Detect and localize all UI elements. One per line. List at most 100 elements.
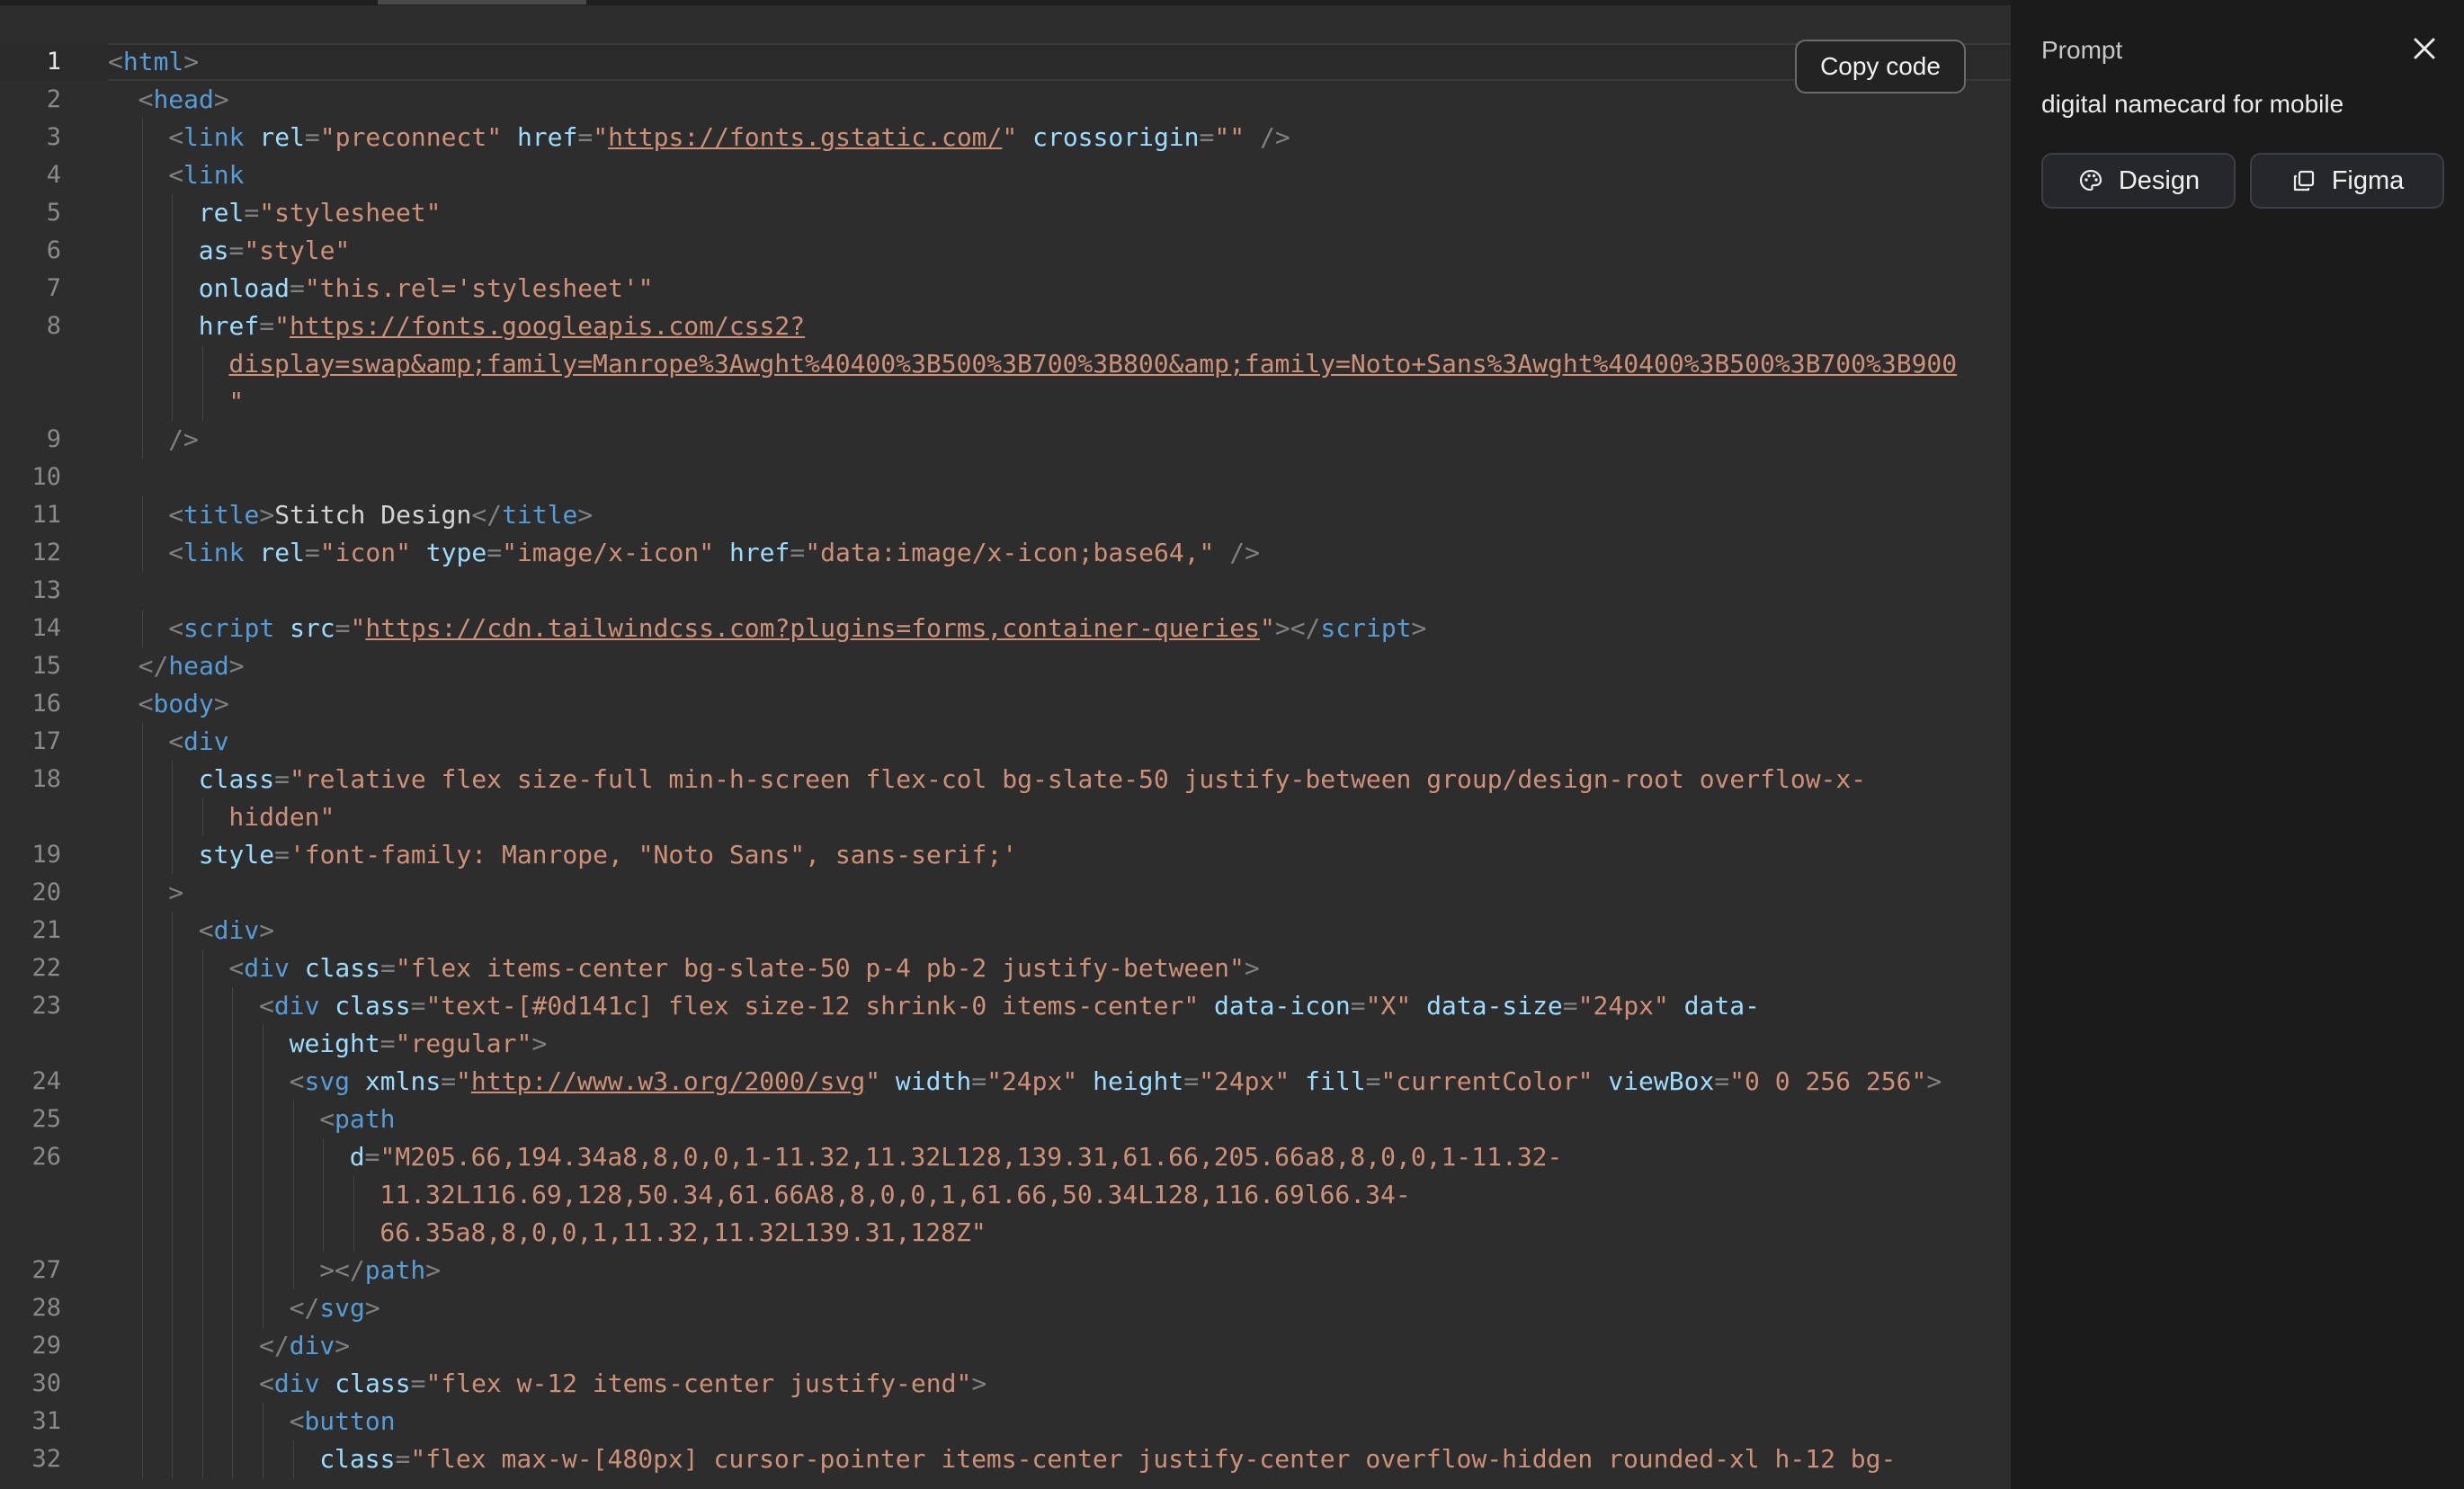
code-token: " xyxy=(228,387,245,416)
indent-guide xyxy=(201,1327,203,1365)
indent-guide xyxy=(141,156,143,194)
close-icon[interactable] xyxy=(2408,32,2441,65)
design-button[interactable]: Design xyxy=(2041,153,2236,209)
indent-guide xyxy=(292,1101,294,1138)
code-text: <div class="flex items-center bg-slate-5… xyxy=(228,950,1259,987)
code-token: > xyxy=(425,1255,442,1285)
code-token: = xyxy=(1714,1066,1730,1096)
code-token: href xyxy=(728,538,790,567)
palette-icon xyxy=(2079,169,2102,192)
line-number: 25 xyxy=(31,1105,61,1133)
code-line: 13 xyxy=(0,572,2011,610)
code-line: 9 /> xyxy=(0,421,2011,459)
indent-guide xyxy=(141,950,143,987)
code-token: /> xyxy=(1259,122,1290,152)
indent-guide xyxy=(201,1101,203,1138)
figma-button[interactable]: Figma xyxy=(2250,153,2444,209)
code-token: "text-[#0d141c] flex size-12 shrink-0 it… xyxy=(425,991,1200,1021)
indent-guide xyxy=(201,1214,203,1252)
code-token: link xyxy=(183,160,245,190)
code-token: = xyxy=(971,1066,987,1096)
indent-guide xyxy=(172,1327,174,1365)
code-token: data- xyxy=(1683,991,1760,1021)
code-token: script xyxy=(1320,613,1412,643)
line-number: 21 xyxy=(31,916,61,944)
code-line: 18 class="relative flex size-full min-h-s… xyxy=(0,761,2011,798)
indent-guide xyxy=(323,1176,325,1214)
code-text: d="M205.66,194.34a8,8,0,0,1-11.32,11.32L… xyxy=(350,1138,1563,1176)
line-number: 9 xyxy=(46,425,61,453)
code-token: button xyxy=(304,1406,396,1436)
indent-guide xyxy=(141,723,143,761)
code-token: onload xyxy=(198,273,290,303)
code-token: = xyxy=(441,1066,457,1096)
code-token: = xyxy=(1199,122,1215,152)
code-line: 23 <div class="text-[#0d141c] flex size-1… xyxy=(0,987,2011,1025)
code-token: height xyxy=(1093,1066,1184,1096)
line-number: 16 xyxy=(31,690,61,718)
code-text: <link rel="preconnect" href="https://fon… xyxy=(168,119,1290,156)
code-line: 27 ></path> xyxy=(0,1252,2011,1289)
code-token: crossorigin xyxy=(1032,122,1200,152)
copy-code-button[interactable]: Copy code xyxy=(1795,40,1966,94)
code-token: > xyxy=(1244,953,1260,983)
code-line: hidden" xyxy=(0,798,2011,836)
code-token: div xyxy=(213,915,260,945)
code-lines: 1 <html> 2 <head> 3 <link rel="preconnect" hr… xyxy=(0,43,2011,1478)
indent-guide xyxy=(172,194,174,232)
code-token: fill xyxy=(1305,1066,1366,1096)
code-token: "stylesheet" xyxy=(259,198,442,227)
code-token: https://fonts.gstatic.com/ xyxy=(608,122,1003,152)
code-line: weight="regular"> xyxy=(0,1025,2011,1063)
line-number: 26 xyxy=(31,1143,61,1171)
indent-guide xyxy=(141,1327,143,1365)
code-token: /> xyxy=(1229,538,1260,567)
indent-guide xyxy=(172,1252,174,1289)
code-token: < xyxy=(138,689,154,718)
code-text: 11.32L116.69,128,50.34,61.66A8,8,0,0,1,6… xyxy=(379,1176,1410,1214)
code-token: < xyxy=(108,47,123,76)
code-token: " xyxy=(274,311,290,341)
code-token: rel xyxy=(198,198,245,227)
code-token: display=swap&amp;family=Manrope%3Awght%4… xyxy=(228,349,1958,379)
line-number: 19 xyxy=(31,841,61,869)
code-text: <link xyxy=(168,156,244,194)
code-token: d xyxy=(349,1142,365,1172)
code-token: > xyxy=(259,500,275,530)
code-text: <div> xyxy=(199,912,274,950)
code-token: hidden" xyxy=(228,802,335,832)
indent-guide xyxy=(172,987,174,1025)
indent-guide xyxy=(141,610,143,647)
indent-guide xyxy=(172,912,174,950)
code-token: weight xyxy=(289,1029,380,1058)
indent-guide xyxy=(201,1063,203,1101)
code-token: "X" xyxy=(1365,991,1412,1021)
line-number: 15 xyxy=(31,652,61,680)
code-editor[interactable]: 1 <html> 2 <head> 3 <link rel="preconnect" hr… xyxy=(0,5,2011,1489)
code-token: = xyxy=(274,840,290,869)
code-token: > xyxy=(335,1331,351,1360)
code-token: < xyxy=(289,1406,305,1436)
code-line: 19 style='font-family: Manrope, "Noto San… xyxy=(0,836,2011,874)
indent-guide xyxy=(201,345,203,383)
indent-guide xyxy=(141,383,143,421)
code-token: > xyxy=(364,1293,380,1323)
code-line: 3 <link rel="preconnect" href="https://fo… xyxy=(0,119,2011,156)
indent-guide xyxy=(201,987,203,1025)
code-token: "flex max-w-[480px] cursor-pointer items… xyxy=(410,1444,1897,1474)
code-line: 11.32L116.69,128,50.34,61.66A8,8,0,0,1,6… xyxy=(0,1176,2011,1214)
code-token: < xyxy=(259,991,274,1021)
indent-guide xyxy=(201,1025,203,1063)
indent-guide xyxy=(201,1440,203,1478)
indent-guide xyxy=(172,232,174,270)
indent-guide xyxy=(141,836,143,874)
code-token: "image/x-icon" xyxy=(502,538,715,567)
code-text: <html> xyxy=(108,43,199,81)
code-token: title xyxy=(502,500,578,530)
indent-guide xyxy=(172,1440,174,1478)
code-text: ></path> xyxy=(319,1252,441,1289)
